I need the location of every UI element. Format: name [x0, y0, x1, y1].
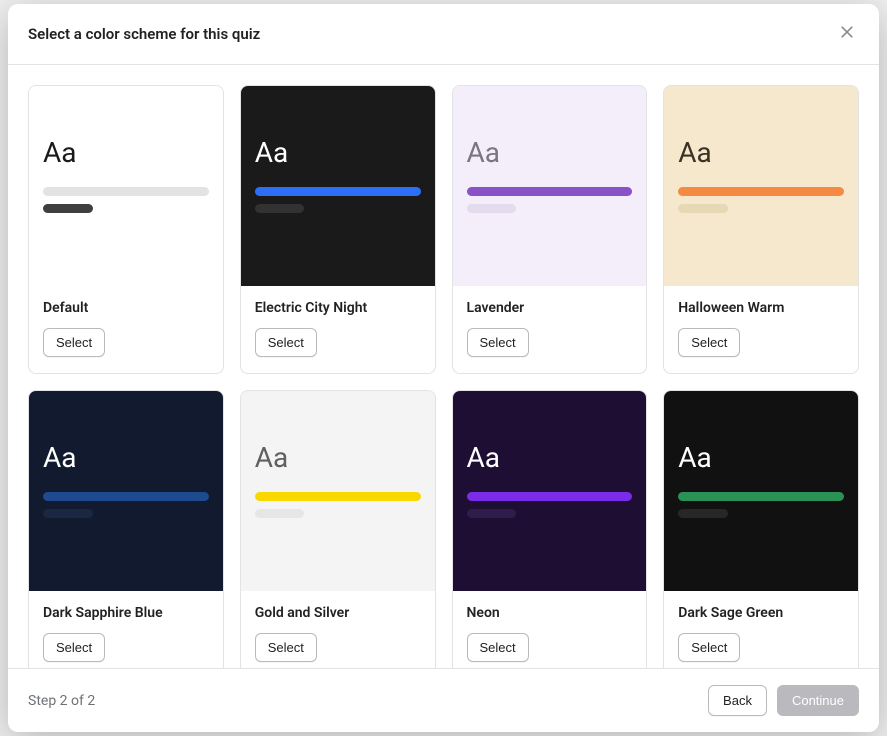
- scheme-preview: Aa: [241, 86, 435, 286]
- select-scheme-button[interactable]: Select: [43, 633, 105, 662]
- scheme-card-body: Neon Select: [453, 591, 647, 668]
- preview-aa-text: Aa: [678, 136, 844, 169]
- modal-body: Aa Default Select Aa Electric City Night Sele…: [8, 65, 879, 668]
- preview-bar-secondary: [255, 509, 305, 518]
- scheme-name: Dark Sapphire Blue: [43, 605, 209, 621]
- preview-aa-text: Aa: [678, 441, 844, 474]
- footer-buttons: Back Continue: [708, 685, 859, 716]
- scheme-name: Neon: [467, 605, 633, 621]
- preview-aa-text: Aa: [467, 441, 633, 474]
- close-button[interactable]: [835, 20, 859, 48]
- preview-bar-secondary: [678, 509, 728, 518]
- preview-bar-primary: [678, 187, 844, 196]
- scheme-card-body: Halloween Warm Select: [664, 286, 858, 373]
- scheme-card-body: Dark Sapphire Blue Select: [29, 591, 223, 668]
- modal-title: Select a color scheme for this quiz: [28, 25, 260, 43]
- scheme-preview: Aa: [29, 391, 223, 591]
- preview-bar-secondary: [678, 204, 728, 213]
- scheme-name: Dark Sage Green: [678, 605, 844, 621]
- preview-aa-text: Aa: [255, 136, 421, 169]
- preview-aa-text: Aa: [467, 136, 633, 169]
- scheme-card: Aa Default Select: [28, 85, 224, 374]
- scheme-name: Default: [43, 300, 209, 316]
- scheme-card-body: Dark Sage Green Select: [664, 591, 858, 668]
- select-scheme-button[interactable]: Select: [467, 328, 529, 357]
- preview-bar-secondary: [255, 204, 305, 213]
- color-scheme-modal: Select a color scheme for this quiz Aa De…: [8, 4, 879, 732]
- modal-footer: Step 2 of 2 Back Continue: [8, 668, 879, 732]
- scheme-name: Halloween Warm: [678, 300, 844, 316]
- scheme-name: Gold and Silver: [255, 605, 421, 621]
- scheme-preview: Aa: [453, 391, 647, 591]
- preview-aa-text: Aa: [43, 136, 209, 169]
- step-indicator: Step 2 of 2: [28, 693, 95, 709]
- preview-bar-secondary: [43, 509, 93, 518]
- select-scheme-button[interactable]: Select: [678, 633, 740, 662]
- preview-bar-primary: [255, 492, 421, 501]
- scheme-card-body: Gold and Silver Select: [241, 591, 435, 668]
- scheme-card: Aa Neon Select: [452, 390, 648, 668]
- continue-button[interactable]: Continue: [777, 685, 859, 716]
- preview-aa-text: Aa: [255, 441, 421, 474]
- scheme-preview: Aa: [453, 86, 647, 286]
- preview-bar-secondary: [467, 509, 517, 518]
- scheme-card: Aa Dark Sage Green Select: [663, 390, 859, 668]
- scheme-card-body: Default Select: [29, 286, 223, 373]
- scheme-preview: Aa: [241, 391, 435, 591]
- select-scheme-button[interactable]: Select: [467, 633, 529, 662]
- select-scheme-button[interactable]: Select: [255, 328, 317, 357]
- select-scheme-button[interactable]: Select: [255, 633, 317, 662]
- preview-bar-primary: [467, 492, 633, 501]
- scheme-preview: Aa: [664, 391, 858, 591]
- preview-bar-secondary: [467, 204, 517, 213]
- select-scheme-button[interactable]: Select: [43, 328, 105, 357]
- scheme-card: Aa Lavender Select: [452, 85, 648, 374]
- close-icon: [839, 24, 855, 40]
- modal-header: Select a color scheme for this quiz: [8, 4, 879, 65]
- preview-bar-primary: [255, 187, 421, 196]
- back-button[interactable]: Back: [708, 685, 767, 716]
- scheme-card: Aa Halloween Warm Select: [663, 85, 859, 374]
- scheme-name: Lavender: [467, 300, 633, 316]
- preview-bar-primary: [43, 187, 209, 196]
- select-scheme-button[interactable]: Select: [678, 328, 740, 357]
- scheme-card: Aa Gold and Silver Select: [240, 390, 436, 668]
- preview-bar-primary: [678, 492, 844, 501]
- scheme-name: Electric City Night: [255, 300, 421, 316]
- scheme-card: Aa Electric City Night Select: [240, 85, 436, 374]
- scheme-grid: Aa Default Select Aa Electric City Night Sele…: [28, 85, 859, 668]
- scheme-card-body: Electric City Night Select: [241, 286, 435, 373]
- scheme-card: Aa Dark Sapphire Blue Select: [28, 390, 224, 668]
- preview-bar-secondary: [43, 204, 93, 213]
- preview-bar-primary: [43, 492, 209, 501]
- preview-aa-text: Aa: [43, 441, 209, 474]
- scheme-preview: Aa: [664, 86, 858, 286]
- preview-bar-primary: [467, 187, 633, 196]
- scheme-preview: Aa: [29, 86, 223, 286]
- scheme-card-body: Lavender Select: [453, 286, 647, 373]
